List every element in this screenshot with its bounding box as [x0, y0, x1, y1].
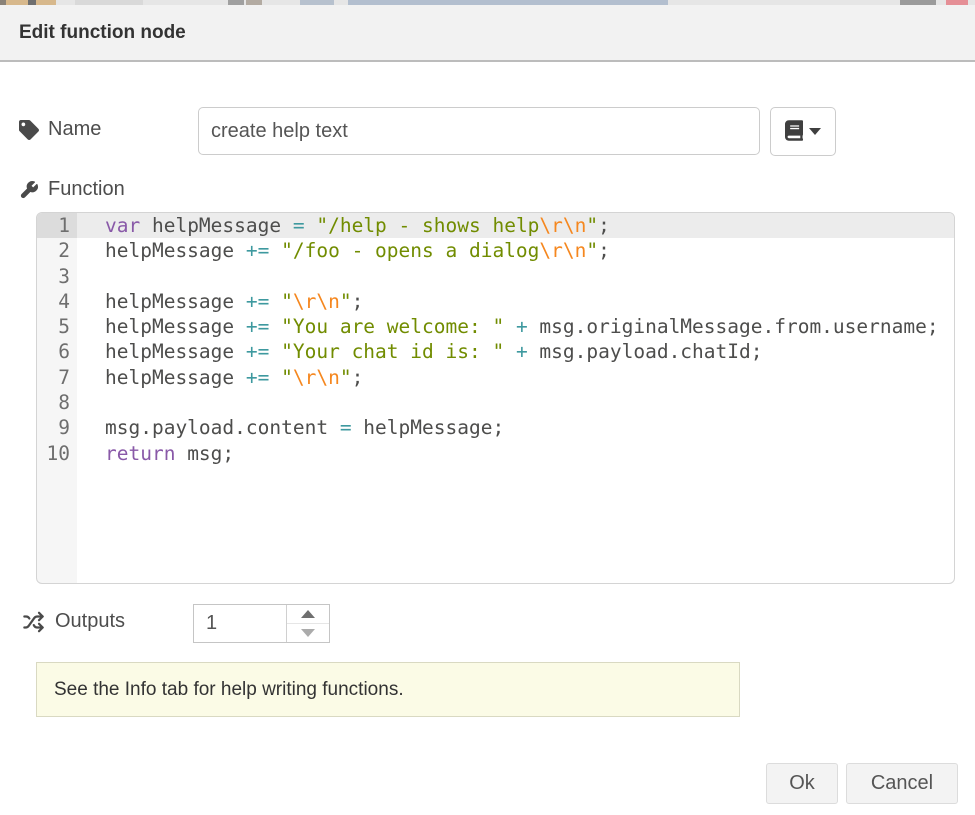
edit-function-dialog: Edit function node Name Function 1var he…	[0, 0, 975, 815]
code-line-text[interactable]: helpMessage += "You are welcome: " + msg…	[77, 314, 954, 339]
line-number: 7	[37, 365, 77, 390]
code-line[interactable]: 4helpMessage += "\r\n";	[37, 289, 954, 314]
code-line[interactable]: 6helpMessage += "Your chat id is: " + ms…	[37, 339, 954, 364]
line-number: 6	[37, 339, 77, 364]
spinner-down-icon	[301, 629, 315, 637]
library-button[interactable]	[770, 107, 836, 156]
name-label-text: Name	[48, 118, 101, 141]
outputs-input[interactable]	[194, 605, 286, 642]
wrench-icon	[19, 180, 39, 200]
dialog-header: Edit function node	[0, 5, 975, 62]
code-line[interactable]: 8	[37, 390, 954, 415]
spinner-up-button[interactable]	[287, 605, 329, 624]
code-line-text[interactable]: return msg;	[77, 441, 954, 466]
code-line-text[interactable]: helpMessage += "\r\n";	[77, 289, 954, 314]
function-label: Function	[19, 178, 125, 201]
cancel-button[interactable]: Cancel	[846, 763, 958, 804]
code-editor[interactable]: 1var helpMessage = "/help - shows help\r…	[36, 212, 955, 584]
spinner-up-icon	[301, 610, 315, 618]
code-line-text[interactable]: msg.payload.content = helpMessage;	[77, 415, 954, 440]
function-label-text: Function	[48, 178, 125, 201]
tag-icon	[19, 120, 39, 140]
info-box: See the Info tab for help writing functi…	[36, 662, 740, 717]
spinner-down-button[interactable]	[287, 624, 329, 642]
code-line[interactable]: 10return msg;	[37, 441, 954, 466]
line-number: 1	[37, 213, 77, 238]
code-line[interactable]: 5helpMessage += "You are welcome: " + ms…	[37, 314, 954, 339]
outputs-label-text: Outputs	[55, 610, 125, 633]
code-line[interactable]: 1var helpMessage = "/help - shows help\r…	[37, 213, 954, 238]
line-number: 10	[37, 441, 77, 466]
ok-button[interactable]: Ok	[766, 763, 838, 804]
dialog-title: Edit function node	[19, 22, 186, 44]
outputs-label: Outputs	[21, 610, 125, 633]
line-number: 8	[37, 390, 77, 415]
code-line-text[interactable]: var helpMessage = "/help - shows help\r\…	[77, 213, 954, 238]
spinner-buttons	[286, 605, 329, 642]
code-line-text[interactable]: helpMessage += "Your chat id is: " + msg…	[77, 339, 954, 364]
shuffle-icon	[21, 611, 46, 633]
book-icon	[785, 120, 803, 144]
line-number: 5	[37, 314, 77, 339]
code-line[interactable]: 7helpMessage += "\r\n";	[37, 365, 954, 390]
line-number: 9	[37, 415, 77, 440]
code-line-text[interactable]: helpMessage += "\r\n";	[77, 365, 954, 390]
name-input[interactable]	[198, 107, 760, 155]
line-number: 4	[37, 289, 77, 314]
code-line[interactable]: 2helpMessage += "/foo - opens a dialog\r…	[37, 238, 954, 263]
code-line-text[interactable]	[77, 390, 954, 415]
code-line-text[interactable]	[77, 264, 954, 289]
caret-down-icon	[809, 128, 821, 135]
outputs-spinner	[193, 604, 330, 643]
name-label: Name	[19, 118, 101, 141]
line-number: 3	[37, 264, 77, 289]
line-number: 2	[37, 238, 77, 263]
code-line[interactable]: 3	[37, 264, 954, 289]
code-line[interactable]: 9msg.payload.content = helpMessage;	[37, 415, 954, 440]
code-line-text[interactable]: helpMessage += "/foo - opens a dialog\r\…	[77, 238, 954, 263]
